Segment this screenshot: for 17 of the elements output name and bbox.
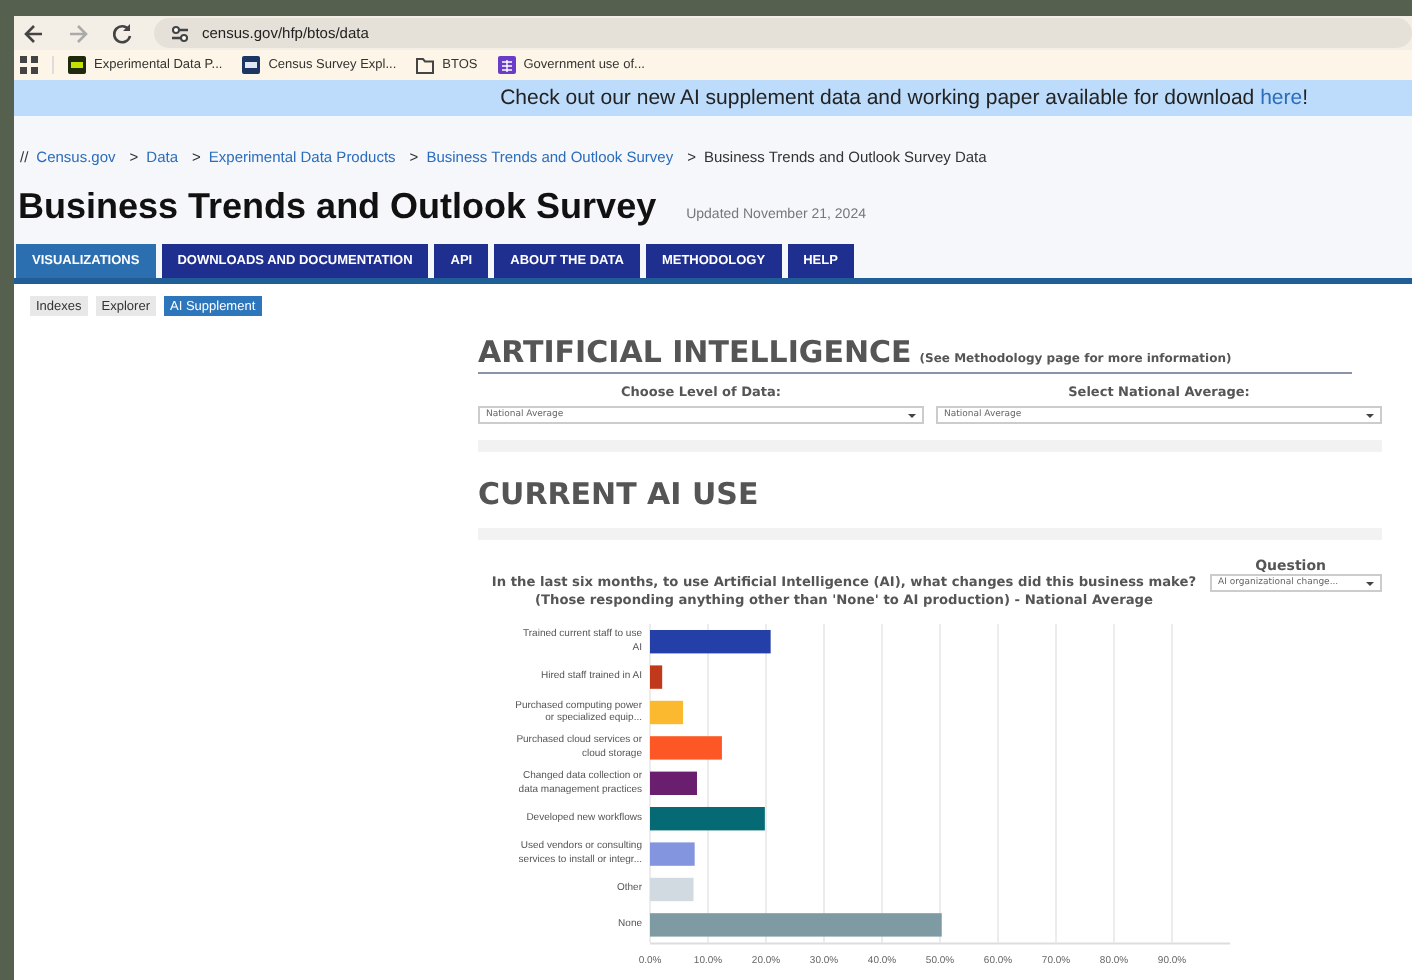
apps-grid-icon[interactable] [20,56,38,74]
folder-icon [416,56,435,74]
bar[interactable] [650,771,697,795]
here-link[interactable]: here [1260,86,1303,110]
banner-message: Check out our new AI supplement data and working paper available for download here! [500,86,1308,110]
section-title: CURRENT AI USE [478,476,761,512]
bar[interactable] [650,630,771,654]
table-icon [497,56,516,74]
section-title: ARTIFICIAL INTELLIGENCE [478,334,912,370]
reload-icon[interactable] [110,21,134,45]
back-icon[interactable] [22,21,46,45]
bar[interactable] [650,665,663,689]
bar[interactable] [650,807,765,831]
page-title: Business Trends and Outlook Survey [18,186,657,226]
census-logo-icon [68,56,86,74]
site-settings-icon[interactable] [170,23,190,43]
census-logo-icon [242,56,261,74]
